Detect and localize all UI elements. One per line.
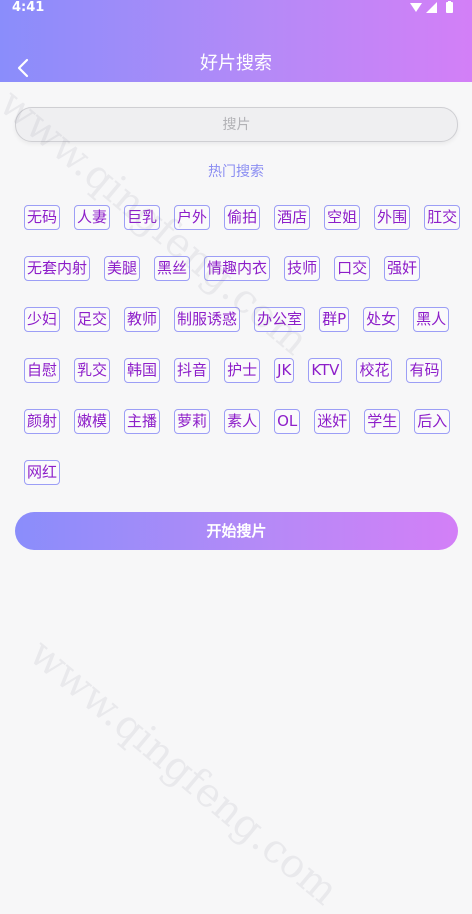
hot-tag[interactable]: 迷奸 — [314, 409, 351, 434]
hot-tag[interactable]: 美腿 — [104, 256, 141, 281]
hot-tag[interactable]: 自慰 — [24, 358, 61, 383]
hot-tag[interactable]: 口交 — [334, 256, 371, 281]
tag-row: 颜射 嫩模 主播 萝莉 素人 OL 迷奸 学生 后入 — [24, 409, 454, 434]
hot-tag[interactable]: 群P — [319, 307, 350, 332]
hot-tag[interactable]: 无套内射 — [24, 256, 91, 281]
hot-tag[interactable]: 空姐 — [324, 205, 361, 230]
search-box[interactable] — [15, 107, 458, 142]
search-input[interactable] — [16, 108, 457, 141]
hot-tag[interactable]: 有码 — [406, 358, 443, 383]
status-bar: 4:41 — [0, 0, 472, 16]
hot-tag[interactable]: 素人 — [224, 409, 261, 434]
wifi-icon — [410, 3, 422, 12]
hot-search-title: 热门搜索 — [208, 164, 264, 180]
hot-tag[interactable]: 强奸 — [384, 256, 421, 281]
hot-tag[interactable]: 嫩模 — [74, 409, 111, 434]
start-search-button[interactable]: 开始搜片 — [15, 512, 458, 550]
hot-tag[interactable]: OL — [274, 409, 301, 434]
hot-tag[interactable]: 颜射 — [24, 409, 61, 434]
hot-tag[interactable]: 学生 — [364, 409, 401, 434]
hot-tag[interactable]: 抖音 — [174, 358, 211, 383]
tag-row: 自慰 乳交 韩国 抖音 护士 JK KTV 校花 有码 — [24, 358, 454, 383]
hot-tag[interactable]: 韩国 — [124, 358, 161, 383]
hot-tag[interactable]: 情趣内衣 — [204, 256, 271, 281]
hot-tag[interactable]: 户外 — [174, 205, 211, 230]
hot-tag[interactable]: 少妇 — [24, 307, 61, 332]
hot-tag[interactable]: 技师 — [284, 256, 321, 281]
hot-tag[interactable]: 偷拍 — [224, 205, 261, 230]
hot-tag[interactable]: 外围 — [374, 205, 411, 230]
hot-tag[interactable]: 萝莉 — [174, 409, 211, 434]
signal-icon — [426, 2, 437, 13]
watermark: www.qingfeng.com — [20, 630, 347, 914]
hot-tag[interactable]: 巨乳 — [124, 205, 161, 230]
hot-tag[interactable]: JK — [274, 358, 295, 383]
hot-tag[interactable]: 酒店 — [274, 205, 311, 230]
tag-row: 网红 — [24, 460, 454, 485]
page-title: 好片搜索 — [200, 53, 272, 74]
hot-tag[interactable]: KTV — [308, 358, 343, 383]
battery-icon — [446, 2, 453, 13]
tag-row: 无码 人妻 巨乳 户外 偷拍 酒店 空姐 外围 肛交 — [24, 205, 461, 230]
hot-tag[interactable]: 人妻 — [74, 205, 111, 230]
hot-tag[interactable]: 处女 — [363, 307, 400, 332]
status-time: 4:41 — [12, 0, 45, 15]
hot-tag[interactable]: 制服诱惑 — [174, 307, 241, 332]
hot-tag[interactable]: 主播 — [124, 409, 161, 434]
hot-search-tags: 无码 人妻 巨乳 户外 偷拍 酒店 空姐 外围 肛交 无套内射 美腿 黑丝 情趣内衣 技师 口交 强奸 少妇 足交… — [24, 205, 461, 511]
hot-tag[interactable]: 黑丝 — [154, 256, 191, 281]
hot-tag[interactable]: 校花 — [356, 358, 393, 383]
hot-tag[interactable]: 黑人 — [413, 307, 450, 332]
hot-tag[interactable]: 足交 — [74, 307, 111, 332]
hot-tag[interactable]: 护士 — [224, 358, 261, 383]
hot-tag[interactable]: 办公室 — [254, 307, 306, 332]
hot-tag[interactable]: 网红 — [24, 460, 61, 485]
tag-row: 无套内射 美腿 黑丝 情趣内衣 技师 口交 强奸 — [24, 256, 454, 281]
hot-tag[interactable]: 后入 — [414, 409, 451, 434]
hot-tag[interactable]: 教师 — [124, 307, 161, 332]
hot-tag[interactable]: 肛交 — [424, 205, 461, 230]
hot-tag[interactable]: 乳交 — [74, 358, 111, 383]
status-icons — [410, 1, 453, 13]
tag-row: 少妇 足交 教师 制服诱惑 办公室 群P 处女 黑人 — [24, 307, 454, 332]
app-header: 4:41 好片搜索 — [0, 0, 472, 82]
hot-tag[interactable]: 无码 — [24, 205, 61, 230]
